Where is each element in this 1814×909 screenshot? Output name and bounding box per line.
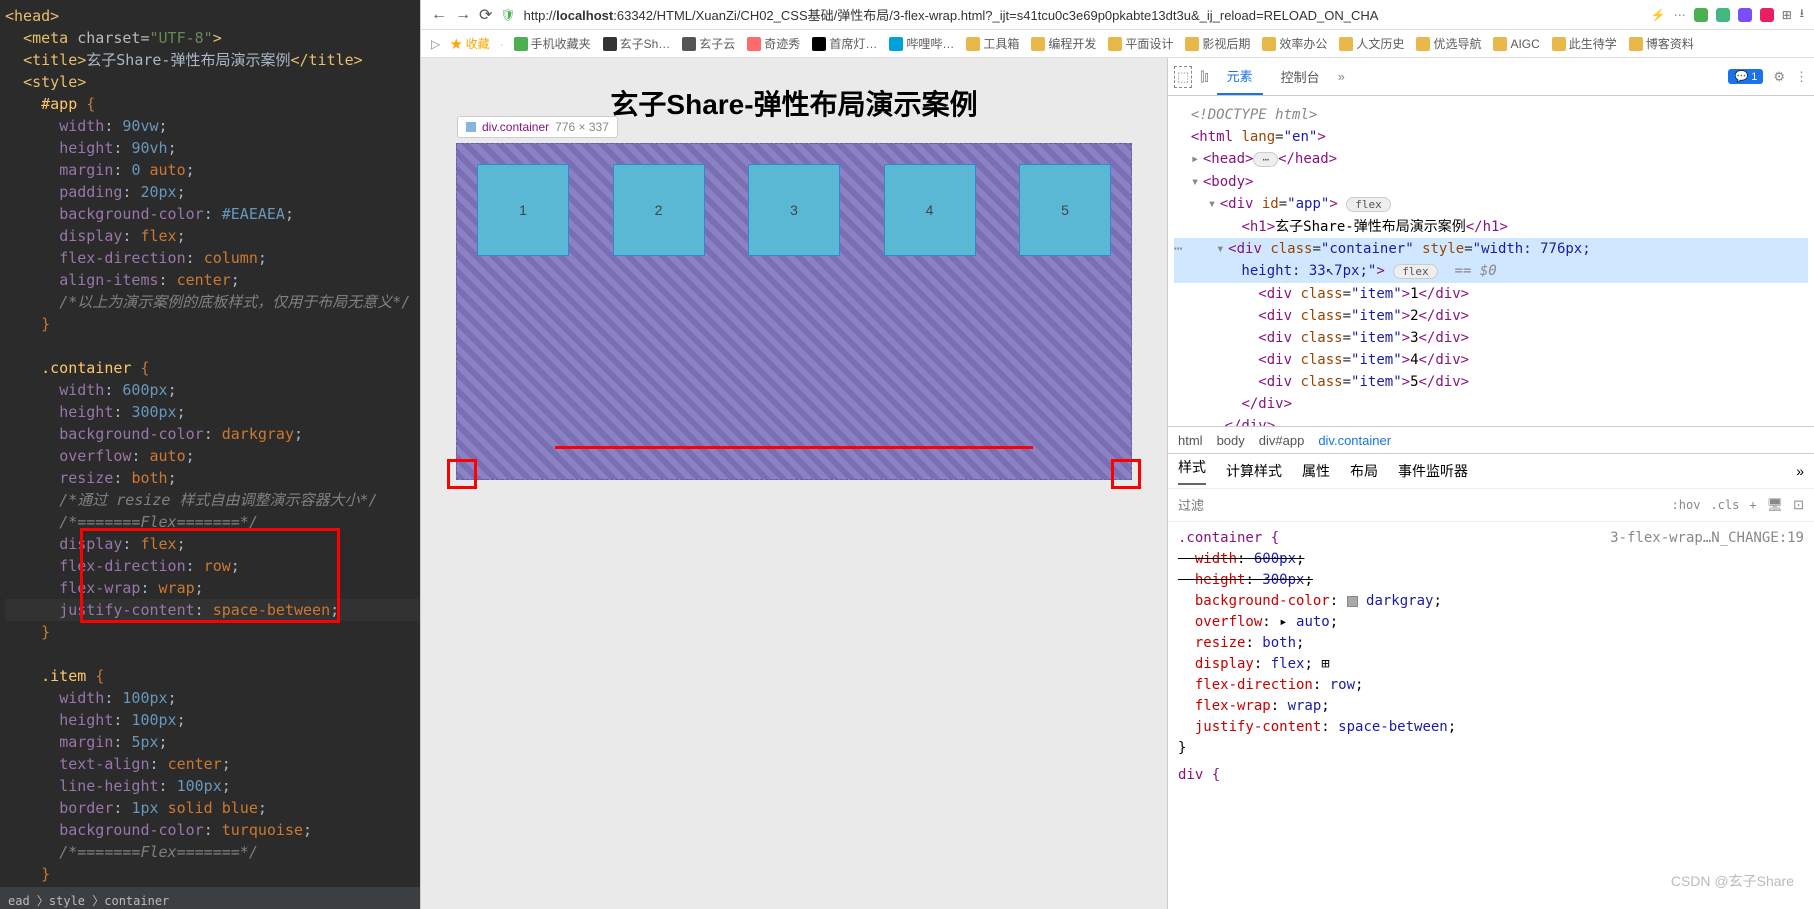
bookmark-item[interactable]: 工具箱 [966, 35, 1019, 52]
editor-breadcrumb: ead 〉style 〉container [0, 887, 420, 909]
apps-icon[interactable]: ⊞ [1782, 8, 1792, 22]
box-icon[interactable]: ⊡ [1793, 497, 1804, 513]
inspector-tooltip: div.container 776 × 337 [457, 116, 618, 138]
dom-tree[interactable]: <!DOCTYPE html> <html lang="en"> ▸<head>… [1168, 96, 1814, 426]
page-title: 玄子Share-弹性布局演示案例 [610, 83, 977, 123]
browser-window: ← → ⟳ 🛡 http://localhost:63342/HTML/Xuan… [420, 0, 1814, 909]
code-editor[interactable]: <head> <meta charset="UTF-8"> <title>玄子S… [0, 0, 420, 909]
shield-icon: 🛡 [500, 8, 515, 22]
download-icon[interactable]: ⭳ [1800, 4, 1804, 25]
tab-props[interactable]: 属性 [1302, 461, 1330, 481]
tab-elements[interactable]: 元素 [1217, 58, 1263, 95]
bookmark-item[interactable]: 玄子云 [682, 35, 735, 52]
add-rule-button[interactable]: + [1749, 498, 1756, 512]
dom-breadcrumb: html body div#app div.container [1168, 426, 1814, 454]
bookmark-item[interactable]: 玄子Sh… [603, 35, 671, 52]
crumb-app[interactable]: div#app [1259, 433, 1305, 448]
styles-pane[interactable]: .container {3-flex-wrap…N_CHANGE:19 widt… [1168, 522, 1814, 792]
favorites-label[interactable]: ★ 收藏 [450, 35, 489, 52]
annotation-corner-left [447, 459, 477, 489]
styles-tabs: 样式 计算样式 属性 布局 事件监听器 » [1168, 454, 1814, 488]
back-button[interactable]: ← [431, 6, 447, 24]
flex-container[interactable]: div.container 776 × 337 12345 [456, 143, 1132, 480]
bookmark-item[interactable]: 此生待学 [1552, 35, 1617, 52]
url-input[interactable]: http://localhost:63342/HTML/XuanZi/CH02_… [524, 5, 1643, 24]
bookmark-item[interactable]: 编程开发 [1031, 35, 1096, 52]
cls-toggle[interactable]: .cls [1710, 498, 1739, 512]
reload-button[interactable]: ⟳ [479, 5, 492, 25]
more-icon[interactable]: ⋯ [1674, 8, 1686, 22]
tab-computed[interactable]: 计算样式 [1226, 461, 1282, 481]
bookmark-item[interactable]: 奇迹秀 [747, 35, 800, 52]
annotation-corner-right [1111, 459, 1141, 489]
flex-item: 4 [884, 164, 976, 256]
ext-icon-2[interactable] [1738, 8, 1752, 22]
inspect-icon[interactable]: ⬚ [1174, 66, 1192, 88]
device-toggle-icon[interactable]: ⫿⫾ [1200, 69, 1208, 85]
hov-toggle[interactable]: :hov [1672, 498, 1701, 512]
ext-icon[interactable] [1694, 8, 1708, 22]
page-viewport: 玄子Share-弹性布局演示案例 div.container 776 × 337… [421, 58, 1167, 909]
flex-item: 3 [748, 164, 840, 256]
tab-layout[interactable]: 布局 [1350, 461, 1378, 481]
bookmark-item[interactable]: 博客资料 [1629, 35, 1694, 52]
bookmark-item[interactable]: 影视后期 [1185, 35, 1250, 52]
vue-icon[interactable] [1716, 8, 1730, 22]
gear-icon[interactable]: ⚙ [1773, 69, 1785, 85]
overflow-icon[interactable]: » [1796, 463, 1804, 479]
tab-listeners[interactable]: 事件监听器 [1398, 461, 1468, 481]
overflow-icon[interactable]: » [1338, 69, 1345, 84]
highlight-box [80, 528, 340, 623]
bookmark-item[interactable]: 手机收藏夹 [514, 35, 591, 52]
lightning-icon[interactable]: ⚡ [1651, 8, 1666, 22]
bookmark-bar: ▷ ★ 收藏 · 手机收藏夹玄子Sh…玄子云奇迹秀首席灯…哔哩哔…工具箱编程开发… [421, 30, 1814, 58]
forward-button[interactable]: → [455, 6, 471, 24]
flex-item: 5 [1019, 164, 1111, 256]
flex-item: 1 [477, 164, 569, 256]
crumb-container[interactable]: div.container [1318, 433, 1391, 448]
styles-filter-bar: :hov .cls + 🖥 ⊡ [1168, 488, 1814, 522]
bookmark-item[interactable]: 人文历史 [1339, 35, 1404, 52]
ext-icon-3[interactable] [1760, 8, 1774, 22]
color-swatch-icon [466, 122, 476, 132]
bookmark-item[interactable]: 优选导航 [1416, 35, 1481, 52]
sidebar-toggle-icon[interactable]: ▷ [431, 37, 440, 51]
message-badge[interactable]: 💬 1 [1728, 69, 1763, 84]
bookmark-item[interactable]: AIGC [1493, 35, 1539, 52]
tab-console[interactable]: 控制台 [1271, 59, 1330, 94]
device-icon[interactable]: 🖥 [1767, 497, 1784, 513]
crumb-body[interactable]: body [1217, 433, 1245, 448]
watermark-text: CSDN @玄子Share [1671, 871, 1794, 891]
bookmark-item[interactable]: 首席灯… [812, 35, 877, 52]
crumb-html[interactable]: html [1178, 433, 1203, 448]
bookmark-item[interactable]: 效率办公 [1262, 35, 1327, 52]
tab-styles[interactable]: 样式 [1178, 457, 1206, 485]
filter-input[interactable] [1178, 498, 1662, 513]
devtools-tabs: ⬚ ⫿⫾ 元素 控制台 » 💬 1 ⚙ ⋮ [1168, 58, 1814, 96]
annotation-line [555, 446, 1033, 449]
flex-item: 2 [613, 164, 705, 256]
devtools-panel: ⬚ ⫿⫾ 元素 控制台 » 💬 1 ⚙ ⋮ <!DOCTYPE html> <h… [1167, 58, 1814, 909]
browser-toolbar: ← → ⟳ 🛡 http://localhost:63342/HTML/Xuan… [421, 0, 1814, 30]
bookmark-item[interactable]: 平面设计 [1108, 35, 1173, 52]
bookmark-item[interactable]: 哔哩哔… [889, 35, 954, 52]
kebab-icon[interactable]: ⋮ [1795, 69, 1808, 85]
